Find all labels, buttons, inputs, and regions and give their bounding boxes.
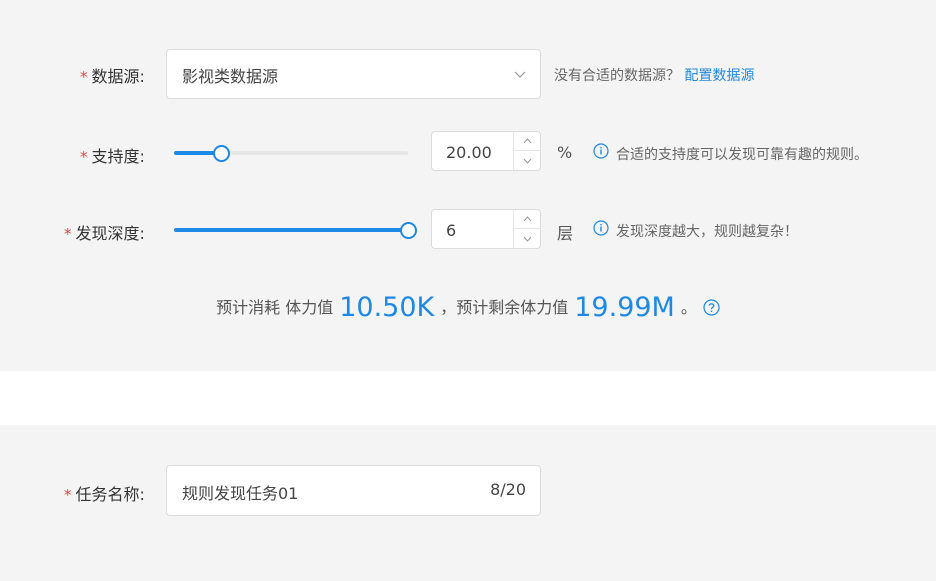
datasource-hint: 没有合适的数据源？ 配置数据源 <box>554 68 755 84</box>
depth-hint: 发现深度越大，规则越复杂！ <box>616 224 798 240</box>
cost-estimate: 预计消耗 体力值 10.50K ，预计剩余体力值 19.99M。 <box>0 292 936 323</box>
support-input-value: 20.00 <box>446 143 492 162</box>
datasource-label: * 数据源: <box>80 67 145 86</box>
depth-label: * 发现深度: <box>64 224 145 243</box>
increment-button[interactable] <box>514 210 541 229</box>
info-icon <box>593 220 609 236</box>
required-mark: * <box>80 68 88 86</box>
task-name-input[interactable]: 规则发现任务01 8/20 <box>166 465 541 516</box>
chevron-down-icon <box>514 71 526 78</box>
info-icon <box>593 143 609 159</box>
remain-value: 19.99M <box>574 292 675 323</box>
question-icon[interactable] <box>703 299 720 316</box>
chevron-up-icon <box>523 138 532 144</box>
depth-input-value: 6 <box>446 221 457 240</box>
task-name-label: * 任务名称: <box>64 485 145 504</box>
char-counter: 8/20 <box>490 480 526 499</box>
task-name-value: 规则发现任务01 <box>182 484 299 503</box>
decrement-button[interactable] <box>514 229 541 248</box>
support-hint: 合适的支持度可以发现可靠有趣的规则。 <box>616 147 868 163</box>
support-slider[interactable] <box>174 145 408 162</box>
depth-stepper <box>513 210 541 248</box>
support-number-input[interactable]: 20.00 <box>431 131 541 171</box>
slider-fill <box>174 228 408 232</box>
task-panel: * 任务名称: 规则发现任务01 8/20 <box>0 425 936 581</box>
support-stepper <box>513 132 541 170</box>
support-unit: % <box>557 143 573 162</box>
chevron-up-icon <box>523 216 532 222</box>
configure-datasource-link[interactable]: 配置数据源 <box>684 68 754 84</box>
consume-value: 10.50K <box>339 292 435 323</box>
depth-slider[interactable] <box>174 222 417 239</box>
required-mark: * <box>64 225 72 243</box>
decrement-button[interactable] <box>514 151 541 170</box>
support-label: * 支持度: <box>80 147 145 166</box>
chevron-down-icon <box>523 236 532 242</box>
datasource-select[interactable]: 影视类数据源 <box>166 49 541 99</box>
chevron-down-icon <box>523 158 532 164</box>
slider-handle[interactable] <box>400 222 417 239</box>
depth-number-input[interactable]: 6 <box>431 209 541 249</box>
increment-button[interactable] <box>514 132 541 151</box>
depth-unit: 层 <box>557 224 574 243</box>
slider-handle[interactable] <box>212 145 230 162</box>
config-panel: * 数据源: 影视类数据源 没有合适的数据源？ 配置数据源 * 支持度: 20.00… <box>0 0 936 371</box>
section-divider <box>0 371 936 425</box>
required-mark: * <box>80 148 88 166</box>
datasource-select-value: 影视类数据源 <box>182 67 279 86</box>
required-mark: * <box>64 486 72 504</box>
